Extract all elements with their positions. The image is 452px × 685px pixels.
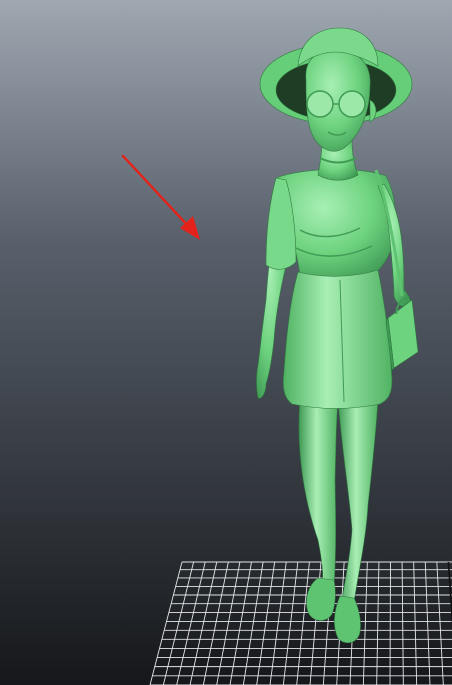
skirt [282,269,393,409]
grid-line [389,561,391,685]
3d-viewport[interactable] [0,0,452,685]
glasses-right [338,90,366,118]
viewport-canvas[interactable] [0,0,452,685]
glasses-left [306,90,334,118]
